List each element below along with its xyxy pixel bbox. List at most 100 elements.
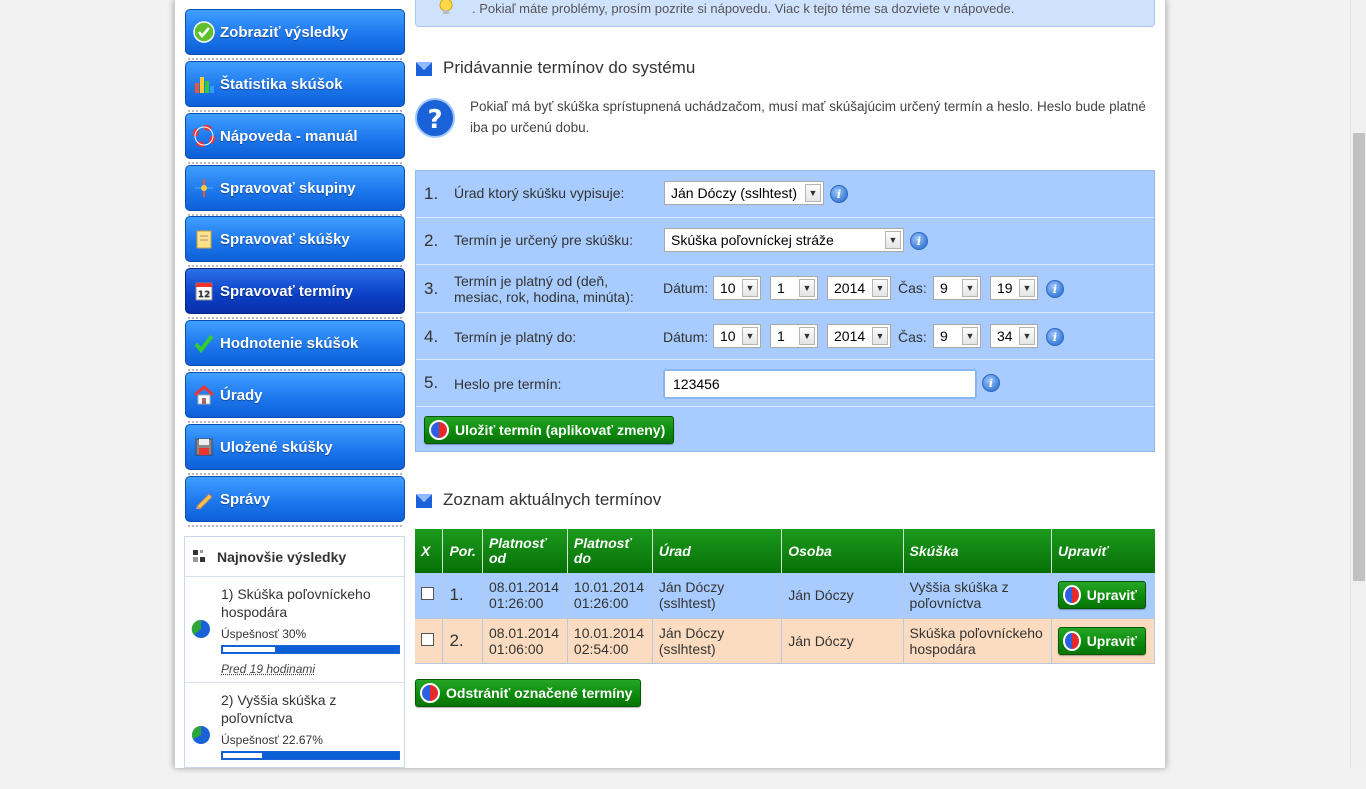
to-year-value: 2014 (834, 328, 866, 344)
row-checkbox[interactable] (421, 632, 434, 646)
row-edit-cell: Upraviť (1051, 573, 1156, 619)
to-month-select[interactable]: 1 ▼ (770, 324, 818, 348)
save-term-button[interactable]: Uložiť termín (aplikovať zmeny) (424, 416, 675, 444)
from-year-select[interactable]: 2014 ▼ (827, 276, 891, 300)
info-icon[interactable]: i (1046, 328, 1064, 346)
office-select[interactable]: Ján Dóczy (sslhtest) ▼ (664, 181, 824, 205)
to-day-value: 10 (720, 328, 736, 344)
from-month-select[interactable]: 1 ▼ (770, 276, 818, 300)
time-label: Čas: (898, 329, 927, 345)
to-minute-select[interactable]: 34 ▼ (990, 324, 1038, 348)
svg-text:?: ? (427, 105, 442, 135)
delete-selected-button[interactable]: Odstrániť označené termíny (415, 679, 642, 707)
chevron-down-icon: ▼ (805, 184, 821, 202)
form-row-valid-to: 4. Termín je platný do: Dátum: 10 ▼ 1 ▼ 20… (416, 313, 1154, 360)
row-person: Ján Dóczy (781, 573, 904, 619)
menu-label: Zobraziť výsledky (220, 23, 349, 41)
from-minute-select[interactable]: 19 ▼ (990, 276, 1038, 300)
from-hour-select[interactable]: 9 ▼ (933, 276, 981, 300)
info-icon[interactable]: i (1046, 280, 1064, 298)
table-row: 2. 08.01.2014 01:06:00 10.01.2014 02:54:… (415, 618, 1156, 664)
terms-list-title: Zoznam aktuálnych termínov (443, 490, 662, 509)
menu-label: Spravovať skupiny (220, 179, 356, 197)
valid-from-label: Termín je platný od (deň, mesiac, rok, h… (454, 273, 634, 305)
office-select-value: Ján Dóczy (sslhtest) (671, 185, 798, 201)
menu-help-manual[interactable]: Nápoveda - manuál (185, 113, 405, 159)
notepad-icon (192, 227, 216, 251)
valid-to-label: Termín je platný do: (454, 329, 577, 345)
chevron-down-icon: ▼ (1019, 279, 1035, 297)
row-number: 2. (424, 231, 439, 250)
from-day-select[interactable]: 10 ▼ (713, 276, 761, 300)
row-number: 5. (424, 373, 439, 392)
lightbulb-icon (439, 0, 453, 14)
row-valid-from: 08.01.2014 01:26:00 (482, 573, 568, 619)
menu-offices[interactable]: Úrady (185, 372, 405, 418)
terms-table: X Por. Platnosť od Platnosť do Úrad Osob… (415, 529, 1156, 664)
info-note: . Pokiaľ máte problémy, prosím pozrite s… (415, 0, 1155, 27)
row-number: 4. (424, 327, 439, 346)
page-scrollbar[interactable] (1350, 0, 1366, 768)
chevron-down-icon: ▼ (962, 327, 978, 345)
chevron-down-icon: ▼ (742, 327, 758, 345)
scrollbar-thumb[interactable] (1353, 133, 1365, 581)
menu-statistics[interactable]: Štatistika skúšok (185, 61, 405, 107)
menu-saved-exams[interactable]: Uložené skúšky (185, 424, 405, 470)
form-row-valid-from: 3. Termín je platný od (deň, mesiac, rok… (416, 265, 1154, 313)
info-icon[interactable]: i (910, 232, 928, 250)
calendar-icon: 12 (192, 279, 216, 303)
edit-button[interactable]: Upraviť (1057, 581, 1146, 610)
menu-manage-groups[interactable]: Spravovať skupiny (185, 165, 405, 211)
col-select: X (415, 529, 444, 573)
row-order: 1. (442, 573, 483, 619)
to-hour-select[interactable]: 9 ▼ (933, 324, 981, 348)
newest-result-item[interactable]: 2) Vyššia skúška z poľovníctva Úspešnosť… (185, 683, 404, 789)
terms-list-heading: Zoznam aktuálnych termínov (415, 490, 661, 510)
exam-select[interactable]: Skúška poľovníckej stráže ▼ (664, 228, 904, 252)
col-office: Úrad (652, 529, 783, 573)
edit-icon (1062, 585, 1081, 606)
row-office: Ján Dóczy (sslhtest) (652, 573, 783, 619)
chevron-down-icon: ▼ (1019, 327, 1035, 345)
to-day-select[interactable]: 10 ▼ (713, 324, 761, 348)
col-valid-from: Platnosť od (482, 529, 568, 573)
row-valid-from: 08.01.2014 01:06:00 (482, 618, 568, 664)
menu-label: Úrady (220, 386, 263, 404)
bar-chart-icon (192, 72, 216, 96)
section-flag-icon (416, 494, 432, 508)
newest-results-header: Najnovšie výsledky (185, 537, 404, 577)
table-header-row: X Por. Platnosť od Platnosť do Úrad Osob… (415, 529, 1155, 573)
edit-label: Upraviť (1086, 587, 1137, 604)
col-edit: Upraviť (1051, 529, 1155, 573)
exam-select-value: Skúška poľovníckej stráže (671, 232, 834, 248)
check-circle-icon (192, 20, 216, 44)
edit-icon (1062, 630, 1081, 651)
checkmark-icon (192, 331, 216, 355)
newest-result-item[interactable]: 1) Skúška poľovníckeho hospodára Úspešno… (185, 577, 404, 683)
menu-messages[interactable]: Správy (185, 476, 405, 522)
info-icon[interactable]: i (830, 185, 848, 203)
edit-button[interactable]: Upraviť (1057, 626, 1146, 655)
menu-manage-terms[interactable]: 12 Spravovať termíny (185, 268, 405, 314)
to-year-select[interactable]: 2014 ▼ (827, 324, 891, 348)
term-form: 1. Úrad ktorý skúšku vypisuje: Ján Dóczy… (415, 170, 1155, 452)
form-row-exam: 2. Termín je určený pre skúšku: Skúška p… (416, 218, 1154, 265)
password-label: Heslo pre termín: (454, 376, 562, 392)
chevron-down-icon: ▼ (872, 327, 888, 345)
row-checkbox-cell (415, 618, 444, 664)
help-text: Pokiaľ má byť skúška sprístupnená uchádz… (470, 99, 1146, 135)
newest-result-success: Úspešnosť 30% (221, 627, 307, 641)
success-bar (221, 751, 400, 760)
chevron-down-icon: ▼ (962, 279, 978, 297)
menu-label: Spravovať termíny (220, 282, 354, 300)
menu-exam-evaluation[interactable]: Hodnotenie skúšok (185, 320, 405, 366)
menu-show-results[interactable]: Zobraziť výsledky (185, 9, 405, 55)
to-minute-value: 34 (997, 328, 1013, 344)
info-icon[interactable]: i (982, 374, 1000, 392)
pie-icon (192, 726, 210, 744)
add-terms-title: Pridávannie termínov do systému (443, 58, 696, 77)
menu-manage-exams[interactable]: Spravovať skúšky (185, 216, 405, 262)
exam-label: Termín je určený pre skúšku: (454, 232, 633, 248)
password-input[interactable]: 123456 (663, 369, 977, 399)
row-checkbox[interactable] (421, 587, 434, 601)
